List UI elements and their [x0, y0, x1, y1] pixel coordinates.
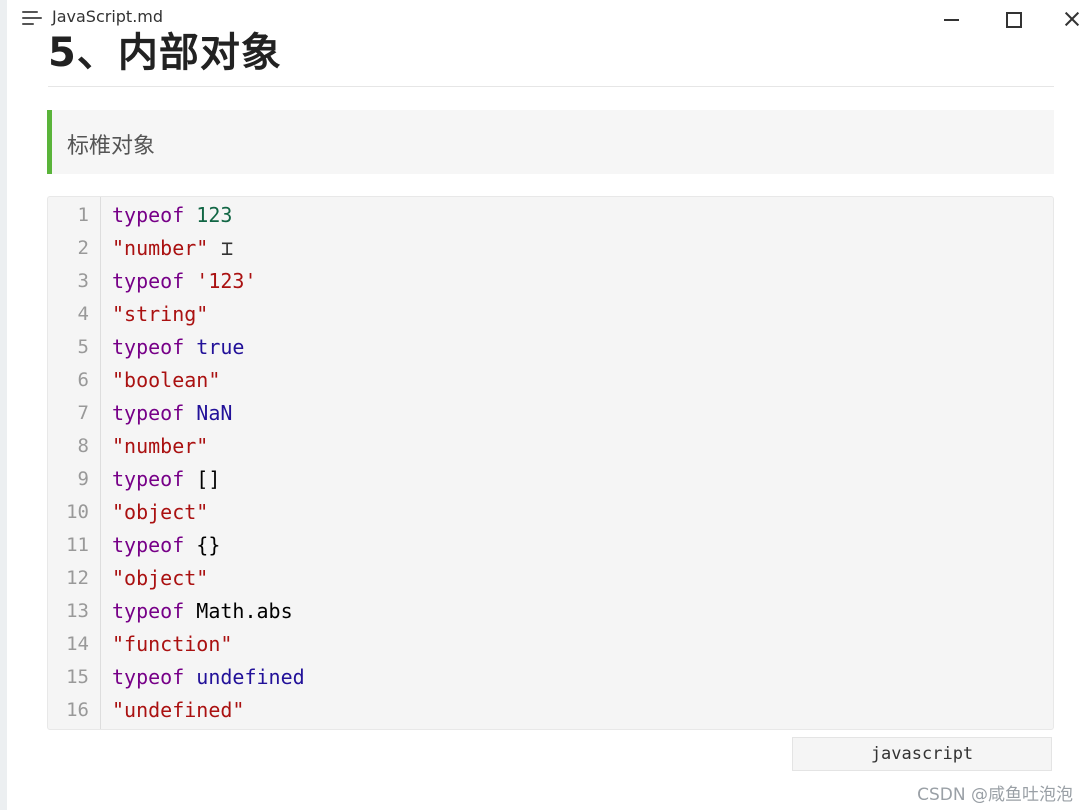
- code-token: typeof: [112, 203, 185, 227]
- code-token: "boolean": [112, 368, 221, 392]
- code-line: "object": [112, 562, 208, 595]
- code-line: typeof {}: [112, 529, 220, 562]
- code-token: "object": [112, 500, 209, 524]
- code-line: "undefined": [112, 694, 244, 727]
- line-number: 4: [77, 303, 89, 325]
- line-number: 14: [66, 633, 89, 655]
- code-token: {}: [196, 533, 221, 557]
- line-number: 16: [66, 699, 89, 721]
- code-token: undefined: [196, 665, 305, 689]
- code-block[interactable]: 1 2 3 4 5 6 7 8 9 10 11 12 13 14 15 16 typeof 123 "numbe…: [47, 196, 1054, 730]
- line-number: 9: [77, 468, 89, 490]
- heading-container: 5、内部对象: [48, 22, 1054, 87]
- code-token: NaN: [196, 401, 233, 425]
- left-window-edge: [0, 0, 7, 810]
- code-token: typeof: [112, 533, 185, 557]
- code-token: "function": [112, 632, 233, 656]
- code-token: typeof: [112, 269, 185, 293]
- code-token: typeof: [112, 467, 185, 491]
- code-line: typeof true: [112, 331, 244, 364]
- code-token: "number": [112, 434, 209, 458]
- code-token: typeof: [112, 599, 185, 623]
- code-line: typeof Math.abs: [112, 595, 293, 628]
- code-token: typeof: [112, 665, 185, 689]
- code-line: "boolean": [112, 364, 220, 397]
- blockquote-text: 标椎对象: [67, 134, 156, 159]
- section-heading: 5、内部对象: [48, 30, 282, 76]
- code-token: "undefined": [112, 698, 245, 722]
- code-token: true: [196, 335, 245, 359]
- code-token: '123': [196, 269, 257, 293]
- menu-icon[interactable]: [22, 10, 42, 26]
- code-line: "number": [112, 430, 208, 463]
- blockquote: 标椎对象: [47, 110, 1054, 174]
- line-number: 2: [77, 237, 89, 259]
- code-token: "object": [112, 566, 209, 590]
- close-button[interactable]: [1058, 6, 1088, 32]
- watermark: CSDN @咸鱼吐泡泡: [917, 785, 1073, 805]
- line-number: 6: [77, 369, 89, 391]
- line-number-gutter: 1 2 3 4 5 6 7 8 9 10 11 12 13 14 15 16: [48, 197, 101, 729]
- line-number: 12: [66, 567, 89, 589]
- text-cursor-icon: ⌶: [221, 236, 234, 260]
- code-line: typeof undefined: [112, 661, 305, 694]
- line-number: 3: [77, 270, 89, 292]
- code-line: typeof []: [112, 463, 220, 496]
- line-number: 8: [77, 435, 89, 457]
- line-number: 11: [66, 534, 89, 556]
- code-line: typeof '123': [112, 265, 257, 298]
- code-line: "string": [112, 298, 208, 331]
- code-token: "string": [112, 302, 209, 326]
- line-number: 1: [77, 204, 89, 226]
- code-line: "number": [112, 232, 208, 265]
- code-token: []: [196, 467, 221, 491]
- code-line: typeof NaN: [112, 397, 232, 430]
- code-line: typeof 123: [112, 199, 232, 232]
- line-number: 15: [66, 666, 89, 688]
- code-token: typeof: [112, 335, 185, 359]
- code-token: 123: [196, 203, 233, 227]
- line-number: 5: [77, 336, 89, 358]
- line-number: 7: [77, 402, 89, 424]
- code-token: typeof: [112, 401, 185, 425]
- code-line: "function": [112, 628, 232, 661]
- line-number: 10: [66, 501, 89, 523]
- code-token: "number": [112, 236, 209, 260]
- code-line: "object": [112, 496, 208, 529]
- code-language-selector[interactable]: javascript: [792, 737, 1052, 771]
- line-number: 13: [66, 600, 89, 622]
- code-token: Math.abs: [196, 599, 293, 623]
